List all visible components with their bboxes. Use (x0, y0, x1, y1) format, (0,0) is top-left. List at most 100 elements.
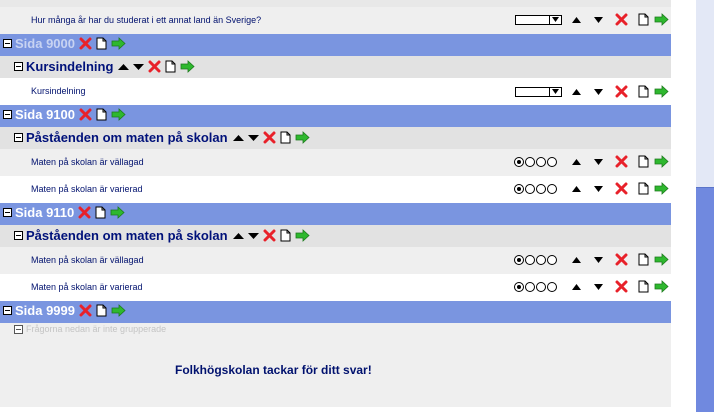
thanks-row: Folkhögskolan tackar för ditt svar! (0, 338, 671, 407)
delete-icon[interactable] (148, 60, 161, 73)
delete-icon[interactable] (79, 304, 92, 317)
forward-arrow-icon[interactable] (654, 253, 669, 266)
collapse-icon[interactable] (14, 62, 23, 71)
delete-icon[interactable] (615, 253, 628, 266)
dropdown-arrow-icon (552, 17, 559, 22)
document-icon[interactable] (638, 155, 649, 168)
move-up-icon[interactable] (572, 284, 581, 290)
move-down-icon[interactable] (594, 17, 603, 23)
move-down-icon[interactable] (594, 89, 603, 95)
radio-option[interactable] (536, 184, 546, 194)
vertical-scrollbar[interactable] (696, 0, 714, 412)
collapse-icon[interactable] (14, 324, 23, 334)
radio-option[interactable] (525, 282, 535, 292)
collapse-icon[interactable] (14, 133, 23, 142)
document-icon[interactable] (638, 13, 649, 26)
delete-icon[interactable] (615, 280, 628, 293)
delete-icon[interactable] (615, 182, 628, 195)
document-icon[interactable] (638, 253, 649, 266)
question-row: Maten på skolan är vällagad (0, 149, 671, 176)
forward-arrow-icon[interactable] (111, 108, 126, 121)
dropdown-arrow-icon (552, 89, 559, 94)
forward-arrow-icon[interactable] (295, 131, 310, 144)
thanks-message: Folkhögskolan tackar för ditt svar! (175, 363, 372, 377)
document-icon[interactable] (96, 108, 107, 121)
radio-option[interactable] (536, 282, 546, 292)
document-icon[interactable] (96, 37, 107, 50)
forward-arrow-icon[interactable] (654, 182, 669, 195)
forward-arrow-icon[interactable] (654, 155, 669, 168)
document-icon[interactable] (638, 182, 649, 195)
delete-icon[interactable] (79, 37, 92, 50)
radio-option[interactable] (514, 255, 524, 265)
move-up-icon[interactable] (118, 63, 130, 70)
delete-icon[interactable] (263, 131, 276, 144)
collapse-icon[interactable] (3, 306, 12, 315)
question-controls (0, 78, 671, 105)
scroll-thumb[interactable] (696, 187, 714, 412)
move-up-icon[interactable] (572, 186, 581, 192)
forward-arrow-icon[interactable] (295, 229, 310, 242)
document-icon[interactable] (165, 60, 176, 73)
question-controls (0, 176, 671, 203)
radio-option[interactable] (514, 157, 524, 167)
forward-arrow-icon[interactable] (654, 13, 669, 26)
group-header: Påståenden om maten på skolan (0, 127, 671, 149)
delete-icon[interactable] (263, 229, 276, 242)
question-row: Maten på skolan är varierad (0, 176, 671, 203)
radio-option[interactable] (525, 184, 535, 194)
collapse-icon[interactable] (3, 110, 12, 119)
group-title: Påståenden om maten på skolan (26, 228, 228, 243)
forward-arrow-icon[interactable] (111, 37, 126, 50)
forward-arrow-icon[interactable] (111, 304, 126, 317)
move-up-icon[interactable] (572, 89, 581, 95)
document-icon[interactable] (280, 131, 291, 144)
delete-icon[interactable] (615, 85, 628, 98)
page-title: Sida 9999 (15, 303, 75, 318)
move-up-icon[interactable] (572, 257, 581, 263)
radio-option[interactable] (547, 184, 557, 194)
radio-scale (514, 157, 558, 167)
radio-option[interactable] (514, 184, 524, 194)
forward-arrow-icon[interactable] (180, 60, 195, 73)
document-icon[interactable] (96, 304, 107, 317)
move-down-icon[interactable] (133, 63, 145, 70)
move-down-icon[interactable] (247, 134, 259, 141)
document-icon[interactable] (638, 280, 649, 293)
document-icon[interactable] (638, 85, 649, 98)
delete-icon[interactable] (615, 155, 628, 168)
collapse-icon[interactable] (3, 208, 12, 217)
move-up-icon[interactable] (232, 232, 244, 239)
move-up-icon[interactable] (572, 159, 581, 165)
forward-arrow-icon[interactable] (110, 206, 125, 219)
answer-dropdown[interactable] (515, 87, 562, 97)
move-down-icon[interactable] (594, 186, 603, 192)
radio-option[interactable] (547, 255, 557, 265)
move-up-icon[interactable] (232, 134, 244, 141)
radio-option[interactable] (547, 282, 557, 292)
radio-option[interactable] (525, 255, 535, 265)
radio-option[interactable] (536, 255, 546, 265)
page-header-9000: Sida 9000 (0, 34, 671, 56)
question-controls (0, 274, 671, 301)
collapse-icon[interactable] (14, 231, 23, 240)
move-down-icon[interactable] (594, 257, 603, 263)
move-down-icon[interactable] (247, 232, 259, 239)
delete-icon[interactable] (78, 206, 91, 219)
move-down-icon[interactable] (594, 159, 603, 165)
delete-icon[interactable] (615, 13, 628, 26)
radio-option[interactable] (536, 157, 546, 167)
document-icon[interactable] (95, 206, 106, 219)
forward-arrow-icon[interactable] (654, 85, 669, 98)
radio-option[interactable] (547, 157, 557, 167)
move-down-icon[interactable] (594, 284, 603, 290)
move-up-icon[interactable] (572, 17, 581, 23)
survey-editor: Hur många år har du studerat i ett annat… (0, 0, 671, 412)
collapse-icon[interactable] (3, 39, 12, 48)
answer-dropdown[interactable] (515, 15, 562, 25)
radio-option[interactable] (514, 282, 524, 292)
document-icon[interactable] (280, 229, 291, 242)
radio-option[interactable] (525, 157, 535, 167)
forward-arrow-icon[interactable] (654, 280, 669, 293)
delete-icon[interactable] (79, 108, 92, 121)
